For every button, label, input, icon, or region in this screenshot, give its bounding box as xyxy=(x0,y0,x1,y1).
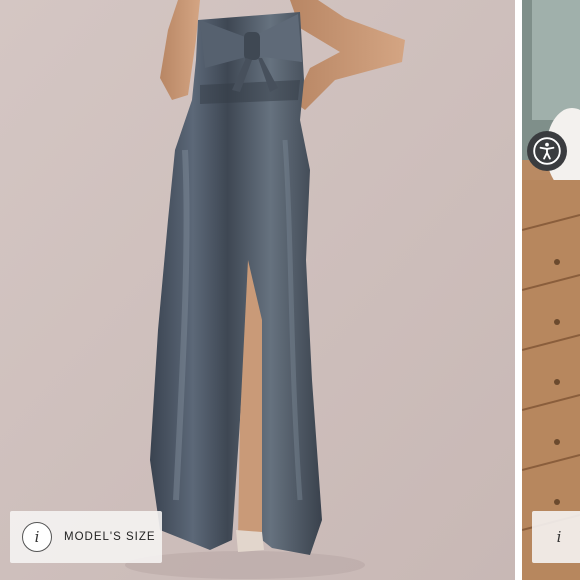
next-info-button[interactable]: i xyxy=(532,511,580,563)
next-info-icon: i xyxy=(556,528,562,546)
info-icon: i xyxy=(22,522,52,552)
accessibility-button[interactable] xyxy=(527,131,567,171)
dress-photo xyxy=(0,0,515,580)
product-image-main[interactable]: i MODEL'S SIZE xyxy=(0,0,515,580)
models-size-label: MODEL'S SIZE xyxy=(64,531,156,543)
models-size-button[interactable]: i MODEL'S SIZE xyxy=(10,511,162,563)
product-image-next[interactable] xyxy=(522,0,580,580)
accessibility-icon xyxy=(533,137,561,165)
next-photo xyxy=(522,0,580,580)
